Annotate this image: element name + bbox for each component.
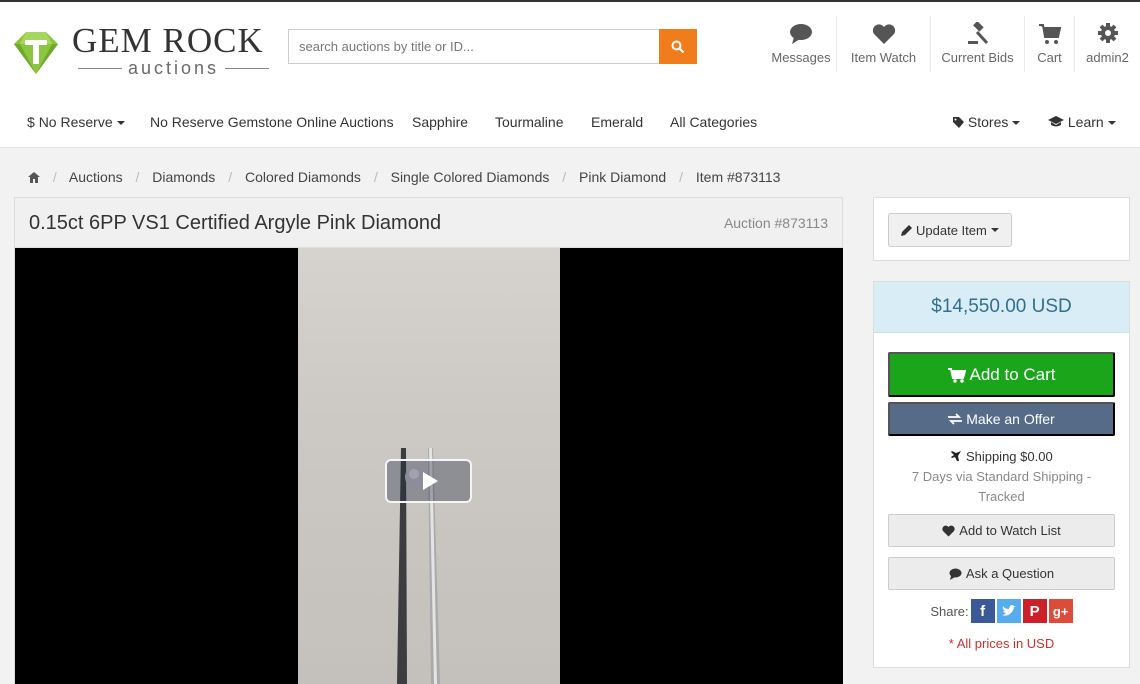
brand-name: GEM ROCK <box>72 21 264 60</box>
messages-label: Messages <box>771 50 831 65</box>
home-icon[interactable] <box>28 172 40 183</box>
pencil-icon <box>901 225 912 236</box>
chevron-down-icon <box>1012 121 1021 126</box>
add-to-cart-button[interactable]: Add to Cart <box>888 352 1115 397</box>
ask-question-button[interactable]: Ask a Question <box>888 557 1115 590</box>
cart-icon <box>1038 24 1061 44</box>
auction-number: Auction #873113 <box>723 215 828 231</box>
heart-icon <box>872 24 895 44</box>
nav-emerald[interactable]: Emerald <box>591 114 643 130</box>
cart-link[interactable]: Cart <box>1024 16 1074 72</box>
breadcrumb-current-item: Item #873113 <box>695 169 781 185</box>
nav-tourmaline[interactable]: Tourmaline <box>495 114 563 130</box>
nav-all-categories[interactable]: All Categories <box>670 114 757 130</box>
nav-no-reserve-online[interactable]: No Reserve Gemstone Online Auctions <box>150 114 394 130</box>
heart-icon <box>942 525 955 536</box>
chevron-down-icon <box>990 228 999 232</box>
make-offer-button[interactable]: Make an Offer <box>888 402 1115 436</box>
gem-logo-icon <box>14 32 58 74</box>
share-row: Share: f P g+ <box>888 599 1115 623</box>
search-icon <box>671 40 685 53</box>
purchase-panel: $14,550.00 USD Add to Cart Make an Offer… <box>873 281 1130 668</box>
shipping-cost: Shipping $0.00 <box>965 449 1053 464</box>
twitter-icon[interactable] <box>996 599 1021 623</box>
brand-subtitle: auctions <box>72 58 275 79</box>
search-input[interactable] <box>288 29 659 64</box>
item-header: 0.15ct 6PP VS1 Certified Argyle Pink Dia… <box>15 198 842 248</box>
facebook-icon[interactable]: f <box>970 599 995 623</box>
exchange-icon <box>948 413 963 425</box>
add-to-watch-list-button[interactable]: Add to Watch List <box>888 514 1115 547</box>
site-header: GEM ROCK auctions Messages <box>0 2 1140 148</box>
brand-sub-text: auctions <box>128 58 220 78</box>
price-display: $14,550.00 USD <box>874 282 1129 333</box>
play-icon <box>423 472 438 490</box>
shipping-info: Shipping $0.00 7 Days via Standard Shipp… <box>888 447 1115 507</box>
nav-no-reserve[interactable]: $ No Reserve <box>27 114 125 130</box>
messages-link[interactable]: Messages <box>766 16 836 72</box>
search-bar <box>288 29 697 64</box>
update-item-button[interactable]: Update Item <box>888 213 1012 247</box>
share-label: Share: <box>930 603 969 619</box>
breadcrumb-separator: / <box>228 169 233 185</box>
chat-icon <box>790 24 812 44</box>
ask-question-label: Ask a Question <box>965 566 1055 581</box>
breadcrumb-separator: / <box>373 169 378 185</box>
gavel-icon <box>967 22 988 45</box>
breadcrumb-pink-diamond[interactable]: Pink Diamond <box>579 169 666 185</box>
nav-learn[interactable]: Learn <box>1048 114 1116 130</box>
chevron-down-icon <box>1107 121 1116 126</box>
pinterest-icon[interactable]: P <box>1022 599 1047 623</box>
search-button[interactable] <box>659 29 697 64</box>
shipping-detail: 7 Days via Standard Shipping - Tracked <box>911 469 1092 504</box>
breadcrumb-separator: / <box>52 169 57 185</box>
breadcrumb-colored-diamonds[interactable]: Colored Diamonds <box>245 169 361 185</box>
cart-icon <box>947 367 966 383</box>
breadcrumb-auctions[interactable]: Auctions <box>69 169 123 185</box>
make-offer-label: Make an Offer <box>966 411 1055 427</box>
main-nav: $ No Reserve No Reserve Gemstone Online … <box>0 110 1140 136</box>
currency-note: * All prices in USD <box>948 636 1055 651</box>
logo-rule-left <box>78 68 122 69</box>
update-item-label: Update Item <box>916 222 987 238</box>
chevron-down-icon <box>116 121 125 126</box>
breadcrumb-diamonds[interactable]: Diamonds <box>152 169 215 185</box>
tag-icon <box>953 117 964 128</box>
breadcrumb-separator: / <box>679 169 683 185</box>
nav-learn-label: Learn <box>1067 114 1104 130</box>
item-watch-link[interactable]: Item Watch <box>836 16 930 72</box>
gear-icon <box>1097 23 1118 43</box>
item-watch-label: Item Watch <box>850 50 917 65</box>
plane-icon <box>951 451 962 461</box>
nav-stores[interactable]: Stores <box>953 114 1021 130</box>
current-bids-label: Current Bids <box>941 50 1014 65</box>
user-nav: Messages Item Watch Current Bids Cart ad… <box>766 16 1140 72</box>
nav-no-reserve-label: No Reserve <box>38 114 113 130</box>
account-label: admin2 <box>1086 50 1129 65</box>
video-player[interactable] <box>15 248 843 684</box>
breadcrumb-single-colored[interactable]: Single Colored Diamonds <box>391 169 550 185</box>
account-menu[interactable]: admin2 <box>1074 16 1140 72</box>
google-plus-icon[interactable]: g+ <box>1048 599 1073 623</box>
item-title: 0.15ct 6PP VS1 Certified Argyle Pink Dia… <box>29 212 442 234</box>
update-panel: Update Item <box>873 197 1130 261</box>
cart-label: Cart <box>1037 50 1062 65</box>
add-to-cart-label: Add to Cart <box>969 364 1056 384</box>
graduation-cap-icon <box>1048 116 1064 127</box>
nav-stores-label: Stores <box>967 114 1009 130</box>
logo-rule-right <box>225 68 270 69</box>
play-button[interactable] <box>385 459 472 503</box>
item-panel: 0.15ct 6PP VS1 Certified Argyle Pink Dia… <box>14 197 843 684</box>
twitter-bird-glyph <box>1001 605 1016 616</box>
comment-icon <box>949 568 962 580</box>
current-bids-link[interactable]: Current Bids <box>930 16 1024 72</box>
nav-sapphire[interactable]: Sapphire <box>412 114 468 130</box>
breadcrumb-separator: / <box>562 169 567 185</box>
site-logo[interactable]: GEM ROCK auctions <box>12 21 275 79</box>
breadcrumb-separator: / <box>135 169 140 185</box>
watch-list-label: Add to Watch List <box>959 523 1061 538</box>
breadcrumb: / Auctions / Diamonds / Colored Diamonds… <box>28 169 780 185</box>
